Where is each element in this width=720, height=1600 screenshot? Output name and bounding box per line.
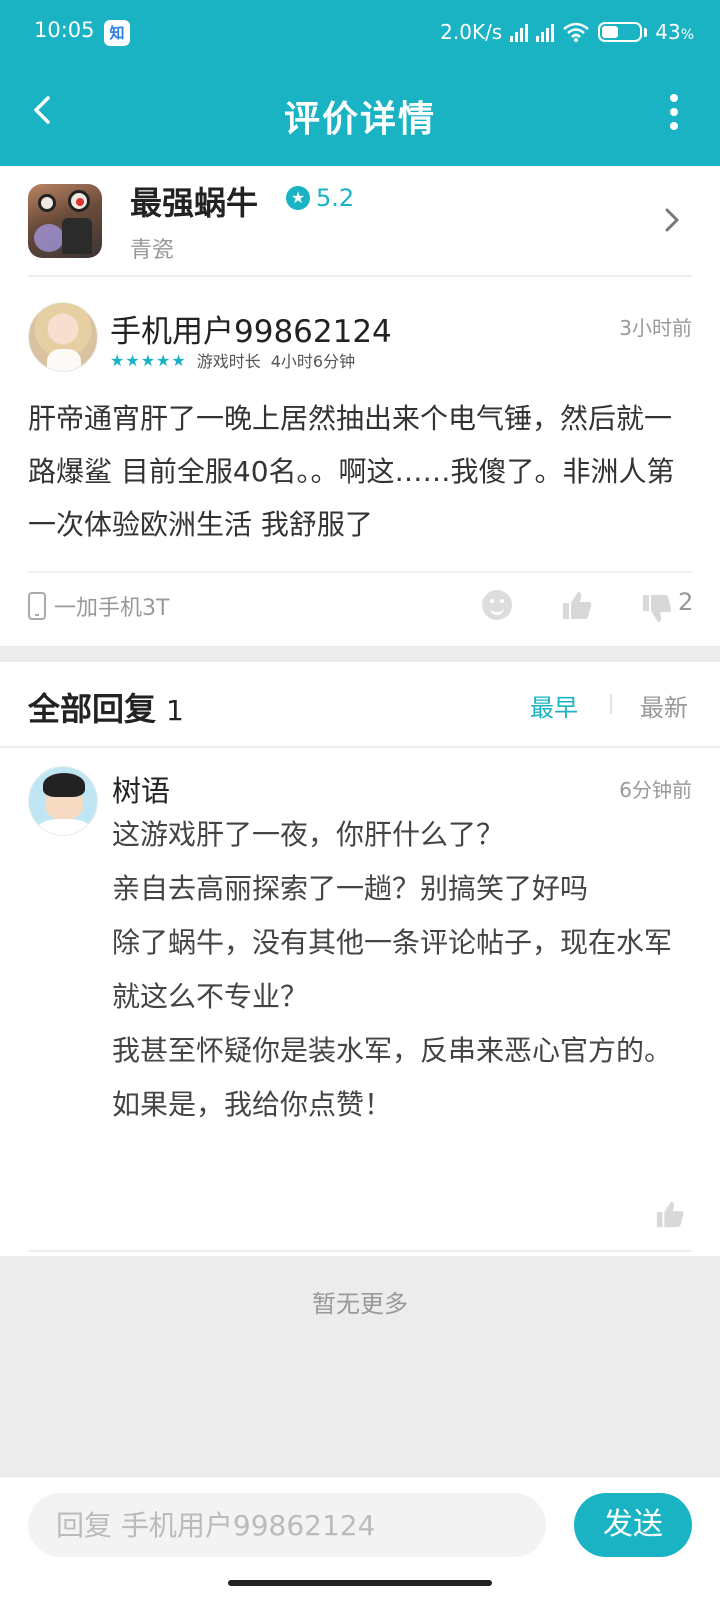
thumbs-down-icon[interactable] <box>640 592 674 626</box>
divider <box>28 571 692 573</box>
game-card[interactable]: 最强蜗牛 ★ 5.2 青瓷 <box>0 166 720 276</box>
device-info: 一加手机3T <box>28 590 169 622</box>
game-name: 最强蜗牛 <box>130 184 259 222</box>
reviewer-avatar[interactable] <box>28 302 98 372</box>
review-meta: ★★★★★ 游戏时长 4小时6分钟 <box>110 348 355 372</box>
replies-count: 1 <box>166 694 184 727</box>
playtime-label: 游戏时长 <box>196 352 261 371</box>
game-developer: 青瓷 <box>130 238 175 263</box>
dislike-count: 2 <box>678 588 694 616</box>
review-body: 肝帝通宵肝了一晚上居然抽出来个电气锤，然后就一路爆鲨 目前全服40名。。啊这……… <box>28 402 675 541</box>
device-name: 一加手机3T <box>54 596 170 621</box>
status-right: 2.0K/s 43% <box>440 18 694 46</box>
notification-app-icon: 知 <box>104 20 130 46</box>
reviewer-name[interactable]: 手机用户99862124 <box>110 306 392 351</box>
reply-bar: 发送 <box>0 1476 720 1576</box>
emoji-reaction-icon[interactable] <box>482 590 512 620</box>
reply-body: 这游戏肝了一夜，你肝什么了？ 亲自去高丽探索了一趟？别搞笑了好吗 除了蜗牛，没有… <box>112 808 698 1132</box>
game-icon <box>28 184 102 258</box>
section-gap <box>0 646 720 662</box>
chevron-right-icon <box>665 208 679 232</box>
sort-separator <box>610 694 612 714</box>
wifi-icon <box>563 22 590 42</box>
reply-line: 除了蜗牛，没有其他一条评论帖子，现在水军就这么不专业？ <box>112 926 673 1013</box>
header: 评价详情 <box>0 64 720 166</box>
battery-percent: 43% <box>655 20 694 44</box>
battery-icon <box>598 22 643 42</box>
game-rating: ★ 5.2 <box>286 184 354 212</box>
status-time: 10:05 <box>34 18 95 42</box>
playtime-value: 4小时6分钟 <box>270 352 356 371</box>
no-more-area: 暂无更多 <box>0 1256 720 1476</box>
more-options-icon[interactable] <box>668 94 680 130</box>
reply-thumbs-up-icon[interactable] <box>654 1198 686 1230</box>
replies-title-text: 全部回复 <box>28 690 157 728</box>
page-title: 评价详情 <box>283 99 436 140</box>
reply-input[interactable] <box>28 1493 546 1557</box>
home-indicator[interactable] <box>228 1580 492 1586</box>
divider <box>28 1250 692 1252</box>
reply-line: 这游戏肝了一夜，你肝什么了？ <box>112 818 505 851</box>
battery-tip <box>644 27 648 37</box>
replier-name[interactable]: 树语 <box>112 768 170 810</box>
divider <box>0 746 720 748</box>
no-more-text: 暂无更多 <box>312 1290 408 1318</box>
review-footer: 一加手机3T 2 <box>0 584 720 634</box>
replies-title: 全部回复 1 <box>28 684 184 730</box>
rating-star-icon: ★ <box>286 186 310 210</box>
replier-avatar[interactable] <box>28 766 98 836</box>
net-speed: 2.0K/s <box>440 20 503 44</box>
status-bar: 10:05 知 2.0K/s 43% <box>0 0 720 64</box>
sort-newest-tab[interactable]: 最新 <box>640 688 688 723</box>
send-button[interactable]: 发送 <box>574 1493 692 1557</box>
sort-earliest-tab[interactable]: 最早 <box>530 688 578 723</box>
divider <box>28 275 692 277</box>
phone-icon <box>28 592 46 620</box>
reply-time: 6分钟前 <box>619 778 692 802</box>
reply-line: 亲自去高丽探索了一趟？别搞笑了好吗 <box>112 872 589 905</box>
thumbs-up-icon[interactable] <box>560 588 594 622</box>
review-time: 3小时前 <box>619 316 692 340</box>
reply-line: 如果是，我给你点赞！ <box>112 1088 393 1121</box>
reply-line: 我甚至怀疑你是装水军，反串来恶心官方的。 <box>112 1034 673 1067</box>
review-stars: ★★★★★ <box>110 350 187 370</box>
game-rating-value: 5.2 <box>316 184 355 212</box>
top-bar: 10:05 知 2.0K/s 43% 评价详情 <box>0 0 720 166</box>
signal-2-icon <box>536 22 555 42</box>
signal-1-icon <box>510 22 529 42</box>
